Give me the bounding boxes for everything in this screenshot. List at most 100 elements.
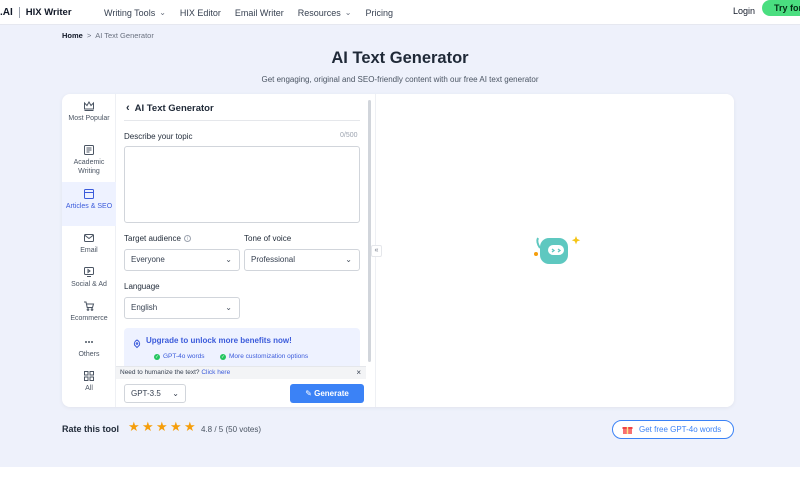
check-icon: ✓ bbox=[154, 353, 160, 360]
sidebar-item-articles-seo[interactable]: Articles & SEO bbox=[62, 182, 116, 226]
char-counter: 0/500 bbox=[340, 132, 358, 139]
upgrade-feature: ✓ More customization options bbox=[220, 353, 309, 360]
output-panel bbox=[376, 94, 734, 407]
info-icon[interactable]: i bbox=[183, 235, 191, 242]
sidebar-item-label: Most Popular bbox=[68, 115, 110, 122]
try-free-button[interactable]: Try for bbox=[762, 0, 800, 16]
nav-writing-tools[interactable]: Writing Tools ⌄ bbox=[104, 8, 166, 18]
more-icon bbox=[83, 336, 95, 348]
cart-icon bbox=[83, 300, 95, 312]
generate-button[interactable]: ✎ Generate bbox=[290, 384, 364, 403]
check-icon: ✓ bbox=[220, 353, 226, 360]
sidebar-item-label: Email bbox=[80, 247, 98, 254]
topic-textarea[interactable] bbox=[124, 146, 360, 223]
rate-label: Rate this tool bbox=[62, 424, 120, 434]
nav-pricing[interactable]: Pricing bbox=[365, 8, 393, 18]
nav-link-label: HIX Editor bbox=[179, 7, 221, 18]
rocket-icon bbox=[132, 336, 142, 349]
brand-logo[interactable]: .AI bbox=[0, 7, 13, 18]
grid-icon bbox=[83, 370, 95, 382]
login-link[interactable]: Login bbox=[733, 6, 755, 16]
collapse-panel-button[interactable]: « bbox=[371, 245, 382, 257]
language-select[interactable]: English ⌄ bbox=[124, 297, 240, 319]
star-icon[interactable]: ★ bbox=[170, 420, 182, 433]
nav-link-label: Email Writer bbox=[234, 7, 284, 18]
sidebar-item-label: Academic Writing bbox=[73, 159, 105, 175]
chevron-down-icon: ⌄ bbox=[172, 389, 179, 398]
breadcrumb: Home > AI Text Generator bbox=[62, 31, 154, 40]
nav-hix-editor[interactable]: HIX Editor bbox=[180, 8, 221, 18]
sidebar-item-academic-writing[interactable]: Academic Writing bbox=[62, 138, 116, 182]
sidebar-item-all[interactable]: All bbox=[62, 364, 116, 407]
sidebar-item-label: Others bbox=[78, 351, 100, 358]
nav-links: Writing Tools ⌄ HIX Editor Email Writer … bbox=[104, 0, 407, 25]
generator-form: ‹ AI Text Generator Describe your topic … bbox=[116, 94, 366, 407]
humanize-link[interactable]: Click here bbox=[201, 369, 230, 376]
humanize-text: Need to humanize the text? bbox=[120, 369, 200, 376]
divider bbox=[124, 120, 360, 121]
chevron-down-icon: ⌄ bbox=[159, 8, 166, 17]
product-name[interactable]: HIX Writer bbox=[26, 7, 72, 18]
chevron-left-icon: ‹ bbox=[126, 102, 130, 114]
mail-icon bbox=[83, 232, 95, 244]
footer-band bbox=[0, 467, 800, 500]
academic-icon bbox=[83, 144, 95, 156]
model-select[interactable]: GPT-3.5 ⌄ bbox=[124, 384, 186, 403]
category-sidebar: Most Popular Academic Writing Articles &… bbox=[62, 94, 116, 407]
get-free-words-button[interactable]: Get free GPT-4o words bbox=[612, 420, 734, 439]
topic-label: Describe your topic bbox=[124, 132, 193, 141]
page-title: AI Text Generator bbox=[331, 49, 469, 67]
audience-select[interactable]: Everyone ⌄ bbox=[124, 249, 240, 271]
robot-illustration bbox=[534, 236, 581, 264]
wand-icon: ✎ bbox=[305, 389, 315, 398]
chevron-down-icon: ⌄ bbox=[225, 303, 232, 312]
rating-stars[interactable]: ★ ★ ★ ★ ★ bbox=[128, 420, 198, 433]
crown-icon bbox=[83, 100, 95, 112]
sidebar-item-label: Ecommerce bbox=[70, 315, 108, 322]
promo-label: Get free GPT-4o words bbox=[639, 425, 722, 434]
close-icon[interactable]: × bbox=[356, 367, 361, 379]
nav-link-label: Writing Tools bbox=[104, 7, 156, 18]
sidebar-item-label: Articles & SEO bbox=[65, 203, 113, 210]
gift-icon bbox=[622, 427, 633, 434]
monitor-icon bbox=[83, 266, 95, 278]
chevron-down-icon: ⌄ bbox=[225, 255, 232, 264]
star-icon[interactable]: ★ bbox=[142, 420, 154, 433]
audience-label: Target audience i bbox=[124, 234, 191, 243]
upgrade-title: Upgrade to unlock more benefits now! bbox=[146, 336, 292, 345]
tone-label: Tone of voice bbox=[244, 234, 292, 243]
generate-label: Generate bbox=[314, 389, 349, 398]
breadcrumb-home[interactable]: Home bbox=[62, 31, 83, 40]
form-title: AI Text Generator bbox=[134, 102, 214, 114]
breadcrumb-current: AI Text Generator bbox=[95, 31, 154, 40]
form-scrollbar[interactable] bbox=[368, 100, 371, 362]
nav-link-label: Resources bbox=[297, 7, 341, 18]
star-icon[interactable]: ★ bbox=[156, 420, 168, 433]
nav-resources[interactable]: Resources ⌄ bbox=[298, 8, 352, 18]
chevron-down-icon: ⌄ bbox=[344, 8, 352, 17]
humanize-bar: Need to humanize the text? Click here × bbox=[116, 366, 366, 379]
brand-divider bbox=[18, 7, 20, 18]
chevron-down-icon: ⌄ bbox=[345, 255, 352, 264]
language-label: Language bbox=[124, 282, 160, 291]
star-icon[interactable]: ★ bbox=[128, 420, 140, 433]
tone-select[interactable]: Professional ⌄ bbox=[244, 249, 360, 271]
rating-score: 4.8 / 5 (50 votes) bbox=[201, 425, 262, 434]
nav-email-writer[interactable]: Email Writer bbox=[235, 8, 284, 18]
sidebar-item-label: All bbox=[85, 385, 93, 392]
top-navbar: .AI HIX Writer Writing Tools ⌄ HIX Edito… bbox=[0, 0, 800, 25]
sidebar-item-most-popular[interactable]: Most Popular bbox=[62, 94, 116, 138]
tool-card: Most Popular Academic Writing Articles &… bbox=[62, 94, 734, 407]
model-value: GPT-3.5 bbox=[131, 389, 161, 398]
breadcrumb-separator: > bbox=[87, 31, 92, 40]
article-icon bbox=[83, 188, 95, 200]
sidebar-item-label: Social & Ad bbox=[71, 281, 107, 288]
page-subtitle: Get engaging, original and SEO-friendly … bbox=[261, 75, 539, 84]
nav-link-label: Pricing bbox=[365, 7, 393, 18]
back-link[interactable]: ‹ AI Text Generator bbox=[126, 102, 214, 114]
upgrade-feature: ✓ GPT-4o words bbox=[154, 353, 205, 360]
audience-value: Everyone bbox=[131, 255, 165, 264]
brand[interactable]: .AI HIX Writer bbox=[0, 0, 72, 25]
star-icon[interactable]: ★ bbox=[184, 420, 196, 433]
tone-value: Professional bbox=[251, 255, 296, 264]
